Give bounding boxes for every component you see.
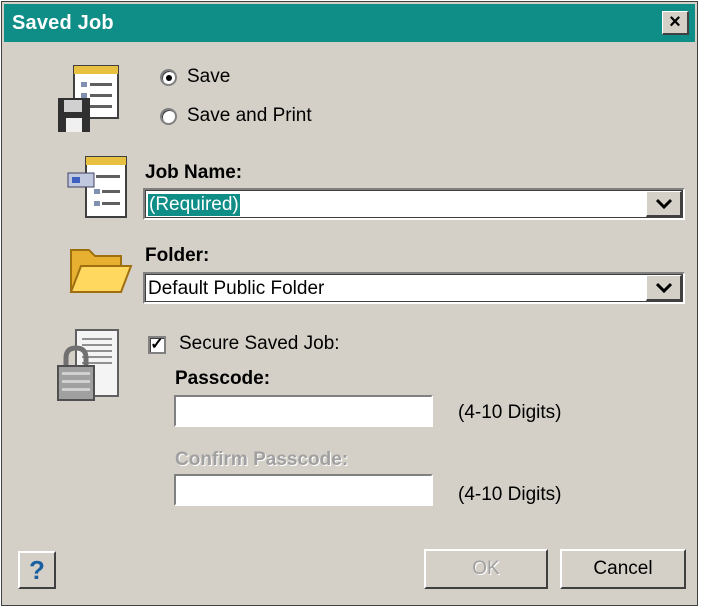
help-button[interactable]: ? — [18, 551, 56, 589]
confirm-passcode-hint: (4-10 Digits) — [458, 484, 562, 505]
folder-label: Folder: — [145, 245, 210, 266]
save-and-print-radio[interactable] — [160, 108, 177, 125]
folder-icon — [69, 249, 133, 293]
ok-button[interactable]: OK — [424, 549, 548, 589]
confirm-passcode-input[interactable] — [174, 474, 433, 506]
passcode-input[interactable] — [174, 395, 433, 427]
save-print-icon — [58, 65, 119, 132]
save-radio-label[interactable]: Save — [187, 66, 230, 88]
job-name-value[interactable]: (Required) — [148, 194, 240, 216]
chevron-down-icon — [656, 282, 672, 294]
close-button[interactable]: × — [662, 11, 689, 35]
title-bar[interactable]: Saved Job × — [4, 4, 695, 42]
folder-dropdown-button[interactable] — [646, 275, 682, 301]
confirm-passcode-label: Confirm Passcode: — [175, 449, 349, 470]
job-name-combo[interactable]: (Required) — [143, 188, 685, 220]
save-radio[interactable] — [160, 69, 177, 86]
save-and-print-radio-label[interactable]: Save and Print — [187, 105, 312, 127]
secure-saved-job-label[interactable]: Secure Saved Job: — [179, 333, 340, 355]
folder-value[interactable]: Default Public Folder — [148, 278, 324, 300]
job-name-dropdown-button[interactable] — [646, 191, 682, 217]
dialog-title: Saved Job — [12, 12, 114, 34]
chevron-down-icon — [656, 198, 672, 210]
secure-lock-icon — [57, 329, 119, 401]
job-name-label: Job Name: — [145, 162, 243, 183]
passcode-hint: (4-10 Digits) — [458, 402, 562, 423]
secure-saved-job-checkbox[interactable]: ✓ — [148, 336, 166, 354]
job-name-icon — [67, 156, 127, 218]
folder-combo[interactable]: Default Public Folder — [143, 272, 685, 304]
help-icon: ? — [29, 555, 45, 585]
passcode-label: Passcode: — [175, 368, 271, 389]
saved-job-dialog: Saved Job × Save Save and Print Job Name… — [1, 1, 698, 606]
cancel-button[interactable]: Cancel — [560, 549, 686, 589]
